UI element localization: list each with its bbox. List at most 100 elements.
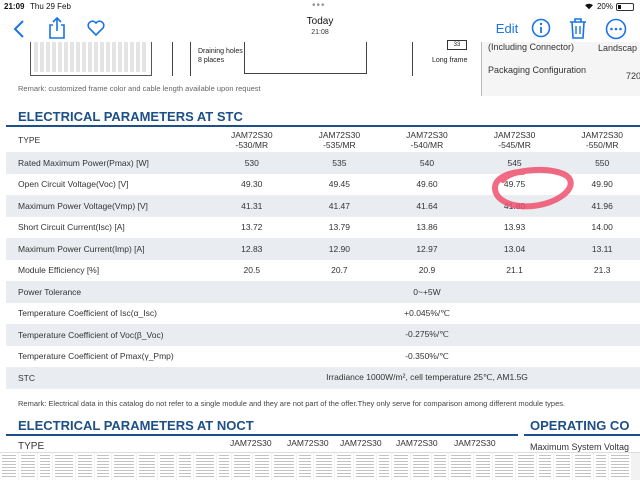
page-thumbnail[interactable] xyxy=(432,453,448,480)
dimension-line xyxy=(412,42,413,76)
page-thumbnail[interactable] xyxy=(354,453,376,480)
param-value: 12.90 xyxy=(295,238,384,260)
more-button[interactable] xyxy=(604,17,628,41)
dimension-box: 33 xyxy=(447,40,467,50)
page-thumbnail[interactable] xyxy=(217,453,231,480)
model-series: JAM72S30 xyxy=(493,130,536,140)
param-label: Rated Maximum Power(Pmax) [W] xyxy=(6,152,208,174)
edit-button[interactable]: Edit xyxy=(492,19,522,37)
viewer-toolbar: Today 21:08 Edit xyxy=(0,14,640,42)
page-thumbnail[interactable] xyxy=(609,453,631,480)
model-header: JAM72S30 -545/MR xyxy=(471,128,559,152)
page-thumbnail[interactable] xyxy=(158,453,176,480)
page-thumbnail[interactable] xyxy=(594,453,608,480)
param-label: Open Circuit Voltage(Voc) [V] xyxy=(18,179,129,190)
model-series: JAM72S30 xyxy=(406,130,448,140)
page-thumbnail[interactable] xyxy=(76,453,94,480)
frame-remark: Remark: customized frame color and cable… xyxy=(18,84,261,93)
page-thumbnail[interactable] xyxy=(474,453,492,480)
page-thumbnail[interactable] xyxy=(53,453,75,480)
page-thumbnail[interactable] xyxy=(19,453,37,480)
thumbnail-content xyxy=(2,455,16,479)
param-label: Temperature Coefficient of Voc(β_Voc) xyxy=(6,324,208,346)
favorite-button[interactable] xyxy=(85,17,107,39)
thumbnail-content xyxy=(476,455,490,479)
stc-row: Temperature Coefficient of Isc(α_Isc) +0.… xyxy=(6,303,640,325)
dimension-line xyxy=(172,42,173,76)
param-value: 13.11 xyxy=(558,238,640,260)
page-thumbnail[interactable] xyxy=(377,453,391,480)
model-series: JAM72S30 xyxy=(318,130,361,140)
param-value: 20.7 xyxy=(331,265,348,276)
page-thumbnail[interactable] xyxy=(516,453,536,480)
page-thumbnail[interactable] xyxy=(0,453,18,480)
frame-bottom-line xyxy=(244,73,366,74)
data-remark: Remark: Electrical data in this catalog … xyxy=(18,399,566,408)
thumbnail-content xyxy=(255,455,269,479)
highlight-circle-annotation xyxy=(491,166,574,210)
param-label: Maximum Power Current(Imp) [A] xyxy=(6,238,208,260)
page-thumbnail[interactable] xyxy=(573,453,593,480)
param-value: 21.1 xyxy=(506,265,523,276)
page-thumbnail[interactable] xyxy=(95,453,111,480)
thumbnail-content xyxy=(337,455,351,479)
thumbnail-content xyxy=(379,455,389,479)
page-thumbnail[interactable] xyxy=(314,453,334,480)
page-thumbnail[interactable] xyxy=(297,453,313,480)
param-value: 13.86 xyxy=(416,222,438,233)
param-value: 21.3 xyxy=(593,265,611,276)
page-thumbnail[interactable] xyxy=(537,453,553,480)
param-value: 20.5 xyxy=(243,265,261,276)
heart-icon xyxy=(87,20,105,36)
page-thumbnail-strip[interactable] xyxy=(0,452,640,480)
thumbnail-content xyxy=(274,455,294,479)
multitask-dots[interactable]: ••• xyxy=(312,0,326,11)
stc-row: Short Circuit Current(Isc) [A] 13.72 13.79… xyxy=(6,217,640,239)
trash-icon xyxy=(570,18,586,39)
frame-side-line xyxy=(366,42,367,74)
param-value: 12.83 xyxy=(207,238,296,260)
stc-row: Module Efficiency [%] 20.5 20.7 20.9 21.1 21.… xyxy=(6,260,640,282)
model-header: JAM72S30 -550/MR xyxy=(558,128,640,152)
status-right: 20% xyxy=(584,2,634,11)
page-thumbnail[interactable] xyxy=(137,453,157,480)
page-thumbnail[interactable] xyxy=(177,453,193,480)
page-thumbnail[interactable] xyxy=(112,453,136,480)
page-thumbnail[interactable] xyxy=(335,453,353,480)
page-thumbnail[interactable] xyxy=(38,453,52,480)
page-thumbnail[interactable] xyxy=(554,453,572,480)
share-button[interactable] xyxy=(46,16,68,40)
info-icon xyxy=(531,18,551,38)
page-thumbnail[interactable] xyxy=(392,453,410,480)
param-value: 20.9 xyxy=(418,265,436,276)
page-thumbnail[interactable] xyxy=(272,453,296,480)
model-variant: -550/MR xyxy=(585,140,619,150)
thumbnail-content xyxy=(413,455,429,479)
delete-button[interactable] xyxy=(567,16,589,40)
page-thumbnail[interactable] xyxy=(449,453,473,480)
model-series: JAM72S30 xyxy=(581,130,623,140)
param-value: -0.350%/℃ xyxy=(405,350,449,361)
thumbnail-content xyxy=(160,455,174,479)
page-thumbnail[interactable] xyxy=(253,453,271,480)
model-variant: -545/MR xyxy=(498,140,531,150)
page-thumbnail[interactable] xyxy=(493,453,515,480)
thumbnail-content xyxy=(575,455,591,479)
max-system-voltage-label: Maximum System Voltag xyxy=(530,442,630,452)
stc-row: Temperature Coefficient of Pmax(γ_Pmp) -0… xyxy=(6,346,640,368)
back-button[interactable] xyxy=(10,18,28,40)
noct-model: JAM72S30 xyxy=(287,438,329,448)
panel-outline xyxy=(30,42,152,76)
page-thumbnail[interactable] xyxy=(232,453,252,480)
page-thumbnail[interactable] xyxy=(411,453,431,480)
param-label: Short Circuit Current(Isc) [A] xyxy=(18,222,125,233)
noct-section-title: ELECTRICAL PARAMETERS AT NOCT xyxy=(6,416,518,436)
model-header: JAM72S30 -535/MR xyxy=(296,128,384,152)
page-thumbnail[interactable] xyxy=(194,453,216,480)
param-label: Temperature Coefficient of Isc(α_Isc) xyxy=(18,308,157,319)
pdf-viewer-screen: 21:09 Thu 29 Feb ••• 20% Today 21:08 Edi… xyxy=(0,0,640,480)
document-title: Today 21:08 xyxy=(270,16,370,36)
param-label: Temperature Coefficient of Pmax(γ_Pmp) xyxy=(18,351,174,362)
battery-percent: 20% xyxy=(596,2,613,11)
info-button[interactable] xyxy=(530,17,552,39)
